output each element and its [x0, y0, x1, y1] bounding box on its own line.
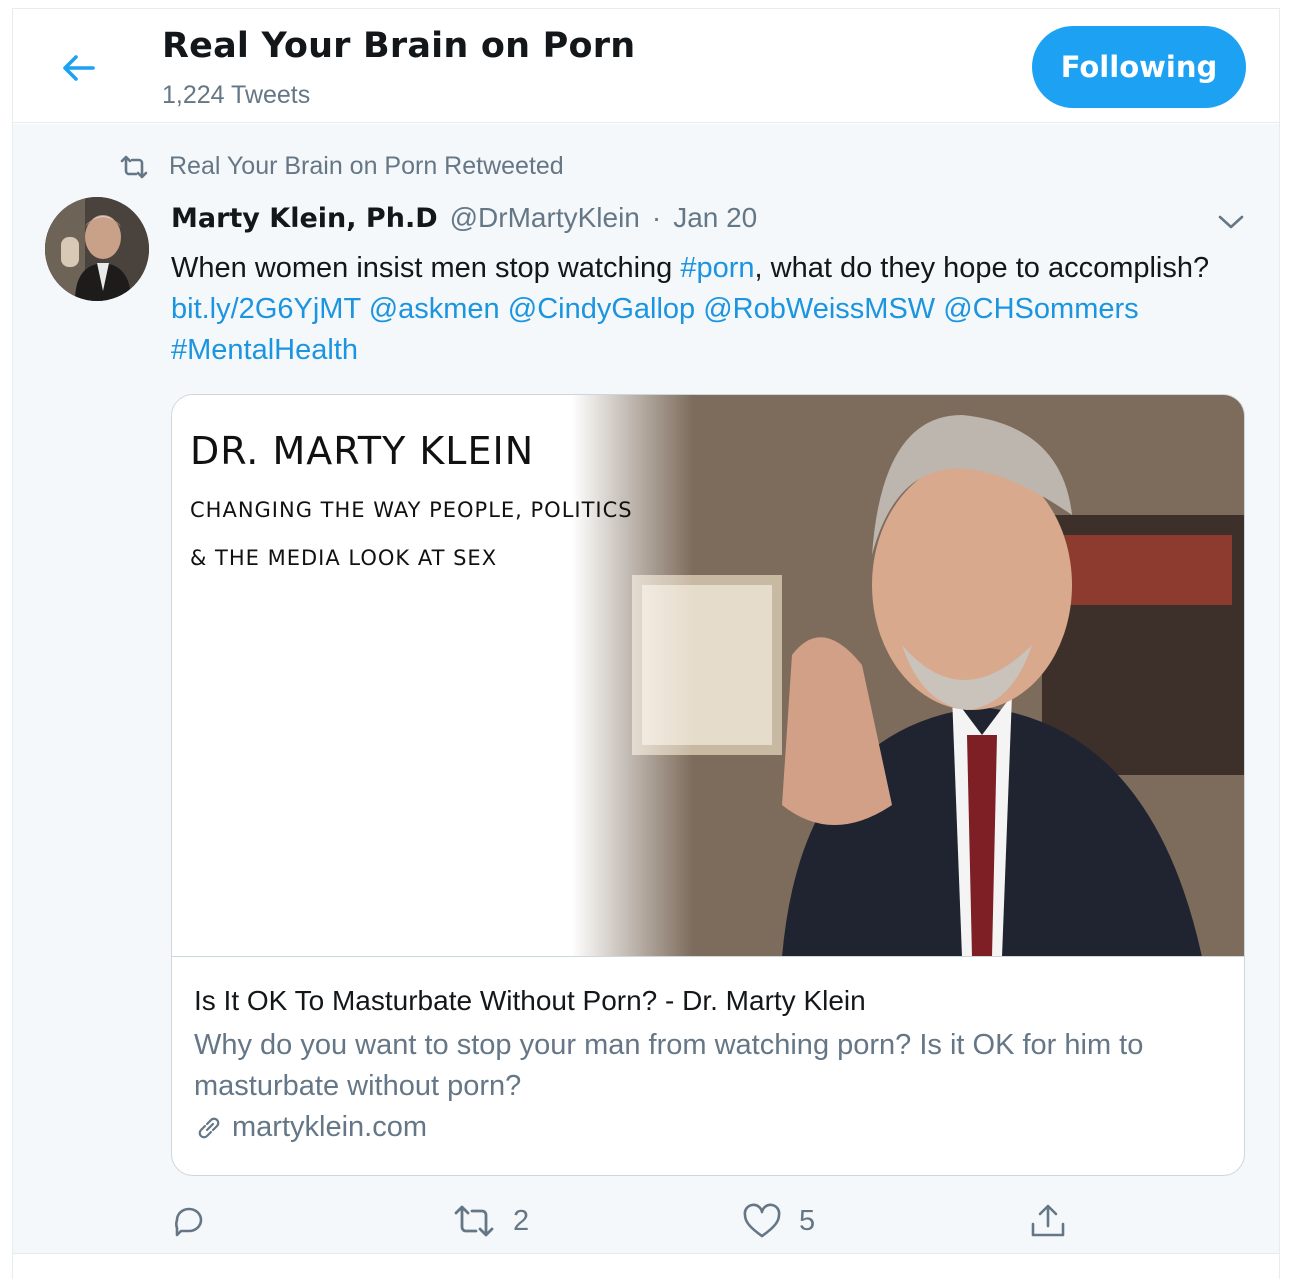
- share-button[interactable]: [1029, 1196, 1067, 1246]
- timeline-frame: Real Your Brain on Porn 1,224 Tweets Fol…: [12, 8, 1280, 1279]
- url-link[interactable]: bit.ly/2G6YjMT: [171, 293, 361, 325]
- hashtag-link[interactable]: #MentalHealth: [171, 334, 358, 366]
- like-icon: [743, 1203, 781, 1238]
- retweet-count: 2: [513, 1204, 530, 1237]
- card-body: Is It OK To Masturbate Without Porn? - D…: [194, 983, 1224, 1144]
- mention-link[interactable]: @CHSommers: [943, 293, 1138, 325]
- back-arrow-icon: [63, 55, 95, 81]
- retweet-context: Real Your Brain on Porn Retweeted: [119, 152, 564, 181]
- profile-header: Real Your Brain on Porn 1,224 Tweets Fol…: [13, 9, 1279, 123]
- tweet-text: When women insist men stop watching #por…: [171, 248, 1241, 371]
- separator: ·: [651, 202, 662, 233]
- like-button[interactable]: 5: [743, 1196, 815, 1246]
- card-domain: martyklein.com: [194, 1111, 1224, 1144]
- retweet-icon: [120, 155, 148, 178]
- like-count: 5: [799, 1204, 816, 1237]
- mention-link[interactable]: @CindyGallop: [508, 293, 695, 325]
- link-icon: [198, 1117, 220, 1138]
- tweet-text-part: When women insist men stop watching: [171, 252, 681, 284]
- retweet-context-text: Real Your Brain on Porn Retweeted: [169, 152, 564, 180]
- card-image[interactable]: DR. MARTY KLEIN CHANGING THE WAY PEOPLE,…: [172, 395, 1244, 957]
- tweet[interactable]: Real Your Brain on Porn Retweeted Marty …: [13, 124, 1279, 1254]
- card-title: Is It OK To Masturbate Without Porn? - D…: [194, 985, 866, 1016]
- retweet-button[interactable]: 2: [453, 1196, 529, 1246]
- reply-icon: [175, 1207, 203, 1237]
- card-image-tagline-2: & THE MEDIA LOOK AT SEX: [190, 546, 498, 570]
- portrait-photo: [572, 395, 1244, 956]
- retweet-icon: [454, 1205, 494, 1237]
- tweet-menu-button[interactable]: [1213, 204, 1249, 240]
- card-description: Why do you want to stop your man from wa…: [194, 1029, 1144, 1102]
- author-handle[interactable]: @DrMartyKlein: [450, 202, 640, 234]
- tweet-date[interactable]: Jan 20: [673, 202, 757, 234]
- tweet-header: Marty Klein, Ph.D @DrMartyKlein · Jan 20: [171, 202, 757, 234]
- tweet-actions: 2 5: [171, 1196, 1171, 1246]
- card-image-title: DR. MARTY KLEIN: [190, 429, 535, 473]
- following-button[interactable]: Following: [1032, 26, 1246, 108]
- mention-link[interactable]: @RobWeissMSW: [703, 293, 935, 325]
- avatar-portrait: [45, 197, 149, 301]
- tweet-text-part: , what do they hope to accomplish?: [754, 252, 1210, 284]
- link-card[interactable]: DR. MARTY KLEIN CHANGING THE WAY PEOPLE,…: [171, 394, 1245, 1176]
- author-name[interactable]: Marty Klein, Ph.D: [171, 203, 438, 234]
- profile-name: Real Your Brain on Porn: [162, 26, 636, 66]
- card-image-tagline-1: CHANGING THE WAY PEOPLE, POLITICS: [190, 498, 633, 522]
- card-domain-text: martyklein.com: [232, 1111, 427, 1143]
- card-photo: [572, 395, 1244, 956]
- mention-link[interactable]: @askmen: [369, 293, 500, 325]
- reply-button[interactable]: [171, 1196, 225, 1246]
- avatar[interactable]: [45, 197, 149, 301]
- back-button[interactable]: [53, 43, 103, 93]
- hashtag-link[interactable]: #porn: [680, 252, 754, 284]
- chevron-down-icon: [1218, 215, 1244, 229]
- share-icon: [1031, 1204, 1065, 1237]
- tweet-count: 1,224 Tweets: [162, 81, 311, 109]
